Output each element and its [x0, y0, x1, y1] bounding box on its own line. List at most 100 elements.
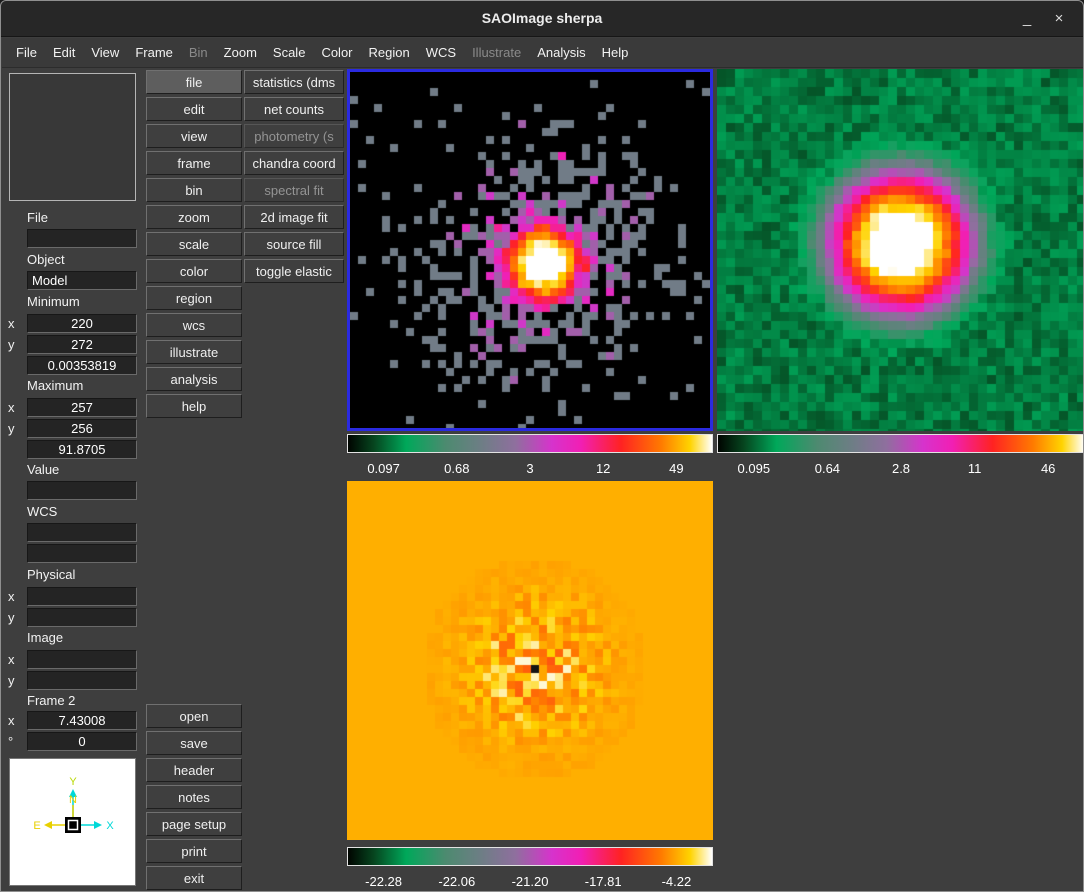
- wcs-field-1[interactable]: [27, 523, 137, 542]
- colorbar-tick: 0.64: [815, 461, 840, 476]
- frame2-angle-label: °: [8, 734, 24, 749]
- panel-button-scale[interactable]: scale: [146, 232, 242, 256]
- colorbar-tick: -22.28: [365, 874, 402, 889]
- file-button-open[interactable]: open: [146, 704, 242, 728]
- object-field[interactable]: [27, 271, 137, 290]
- residual-image-canvas: [347, 481, 713, 840]
- compass-y-label: Y: [69, 776, 77, 788]
- minimize-button[interactable]: _: [1015, 7, 1039, 31]
- data-image-frame[interactable]: [347, 69, 713, 431]
- data-colorbar[interactable]: [347, 434, 713, 453]
- analysis-button-spectral-fit: spectral fit: [244, 178, 344, 202]
- menu-frame[interactable]: Frame: [127, 41, 181, 64]
- colorbar-tick: 46: [1041, 461, 1055, 476]
- file-button-notes[interactable]: notes: [146, 785, 242, 809]
- panel-button-bin[interactable]: bin: [146, 178, 242, 202]
- menu-edit[interactable]: Edit: [45, 41, 83, 64]
- object-label: Object: [27, 252, 65, 268]
- menu-color[interactable]: Color: [313, 41, 360, 64]
- app-window: SAOImage sherpa _ × File Edit View Frame…: [0, 0, 1084, 892]
- maximum-x-field[interactable]: [27, 398, 137, 417]
- value-field[interactable]: [27, 481, 137, 500]
- image-label: Image: [27, 630, 63, 646]
- physical-y-field[interactable]: [27, 608, 137, 627]
- close-button[interactable]: ×: [1047, 7, 1071, 31]
- panel-button-view[interactable]: view: [146, 124, 242, 148]
- menu-help[interactable]: Help: [594, 41, 637, 64]
- panel-button-zoom[interactable]: zoom: [146, 205, 242, 229]
- model-image-frame[interactable]: [717, 69, 1084, 431]
- panel-button-region[interactable]: region: [146, 286, 242, 310]
- data-image-canvas: [350, 72, 710, 428]
- file-button-print[interactable]: print: [146, 839, 242, 863]
- colorbar-tick: -21.20: [512, 874, 549, 889]
- physical-label: Physical: [27, 567, 75, 583]
- compass-e-label: E: [33, 820, 40, 832]
- colorbar-tick: 2.8: [892, 461, 910, 476]
- maximum-y-field[interactable]: [27, 419, 137, 438]
- panel-button-wcs[interactable]: wcs: [146, 313, 242, 337]
- panel-button-frame[interactable]: frame: [146, 151, 242, 175]
- panel-button-file[interactable]: file: [146, 70, 242, 94]
- compass-icon: Y N E X: [10, 759, 135, 885]
- minimum-value-field[interactable]: [27, 356, 137, 375]
- colorbar-tick: 11: [968, 461, 982, 476]
- model-image-canvas: [717, 69, 1084, 431]
- frame2-x-field[interactable]: [27, 711, 137, 730]
- menu-file[interactable]: File: [8, 41, 45, 64]
- menu-wcs[interactable]: WCS: [418, 41, 464, 64]
- colorbar-tick: 3: [526, 461, 533, 476]
- analysis-button-chandra-coord[interactable]: chandra coord: [244, 151, 344, 175]
- physical-x-field[interactable]: [27, 587, 137, 606]
- colorbar-tick: 12: [596, 461, 610, 476]
- frame2-angle-field[interactable]: [27, 732, 137, 751]
- panel-button-color[interactable]: color: [146, 259, 242, 283]
- menu-zoom[interactable]: Zoom: [216, 41, 265, 64]
- menu-region[interactable]: Region: [361, 41, 418, 64]
- analysis-button-statistics[interactable]: statistics (dms: [244, 70, 344, 94]
- image-y-label: y: [8, 673, 24, 688]
- frame2-label: Frame 2: [27, 693, 75, 709]
- panel-button-illustrate[interactable]: illustrate: [146, 340, 242, 364]
- minimum-y-field[interactable]: [27, 335, 137, 354]
- title-bar: SAOImage sherpa _ ×: [1, 1, 1083, 37]
- analysis-button-2d-image-fit[interactable]: 2d image fit: [244, 205, 344, 229]
- menu-scale[interactable]: Scale: [265, 41, 314, 64]
- menubar: File Edit View Frame Bin Zoom Scale Colo…: [2, 38, 1084, 68]
- menu-view[interactable]: View: [83, 41, 127, 64]
- file-button-header[interactable]: header: [146, 758, 242, 782]
- analysis-button-source-fill[interactable]: source fill: [244, 232, 344, 256]
- image-y-field[interactable]: [27, 671, 137, 690]
- file-button-exit[interactable]: exit: [146, 866, 242, 890]
- model-colorbar[interactable]: [717, 434, 1084, 453]
- file-button-save[interactable]: save: [146, 731, 242, 755]
- panel-button-analysis[interactable]: analysis: [146, 367, 242, 391]
- maximum-value-field[interactable]: [27, 440, 137, 459]
- file-label: File: [27, 210, 48, 226]
- magnifier-panel: [9, 73, 136, 201]
- file-field[interactable]: [27, 229, 137, 248]
- wcs-field-2[interactable]: [27, 544, 137, 563]
- minimum-x-field[interactable]: [27, 314, 137, 333]
- compass-n-label: N: [69, 794, 77, 806]
- colorbar-tick: 0.68: [444, 461, 469, 476]
- residual-image-frame[interactable]: [347, 481, 713, 840]
- colorbar-tick: -22.06: [438, 874, 475, 889]
- colorbar-tick: -17.81: [585, 874, 622, 889]
- window-title: SAOImage sherpa: [1, 10, 1083, 26]
- image-x-field[interactable]: [27, 650, 137, 669]
- wcs-label: WCS: [27, 504, 57, 520]
- residual-colorbar[interactable]: [347, 847, 713, 866]
- panel-button-help[interactable]: help: [146, 394, 242, 418]
- menu-analysis[interactable]: Analysis: [529, 41, 593, 64]
- analysis-button-toggle-elastic[interactable]: toggle elastic: [244, 259, 344, 283]
- menu-bin: Bin: [181, 41, 216, 64]
- model-colorbar-ticks: 0.095 0.64 2.8 11 46: [717, 461, 1084, 478]
- minimum-y-label: y: [8, 337, 24, 352]
- analysis-button-net-counts[interactable]: net counts: [244, 97, 344, 121]
- colorbar-tick: -4.22: [662, 874, 692, 889]
- panel-button-edit[interactable]: edit: [146, 97, 242, 121]
- file-button-page-setup[interactable]: page setup: [146, 812, 242, 836]
- minimum-x-label: x: [8, 316, 24, 331]
- compass-x-label: X: [106, 820, 114, 832]
